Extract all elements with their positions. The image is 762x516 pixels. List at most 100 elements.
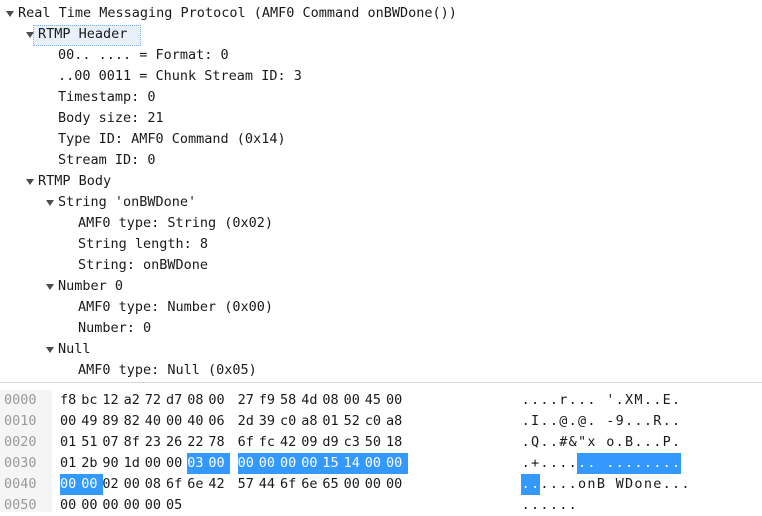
hex-byte[interactable]: 00 — [166, 411, 188, 432]
ascii-char[interactable]: x — [587, 432, 596, 453]
hex-byte[interactable]: 6e — [187, 474, 209, 495]
ascii-char[interactable]: . — [615, 453, 625, 474]
hex-byte[interactable]: 6f — [280, 474, 302, 495]
ascii-char[interactable]: . — [530, 474, 540, 495]
amf0-type-null-row[interactable]: AMF0 type: Null (0x05) — [0, 360, 762, 381]
hex-byte[interactable]: 12 — [102, 390, 124, 411]
hex-byte[interactable]: 42 — [208, 474, 230, 495]
expand-arrow-icon[interactable] — [6, 11, 14, 17]
ascii-char[interactable]: . — [681, 474, 690, 495]
ascii-char[interactable]: . — [643, 390, 652, 411]
hex-byte[interactable]: 00 — [124, 474, 146, 495]
hex-byte[interactable]: 49 — [81, 411, 103, 432]
timestamp-field-row[interactable]: Timestamp: 0 — [0, 87, 762, 108]
hex-byte[interactable]: a2 — [124, 390, 146, 411]
hex-byte[interactable]: 00 — [365, 474, 387, 495]
number-value-field-row[interactable]: Number: 0 — [0, 318, 762, 339]
hex-byte[interactable]: c3 — [344, 432, 366, 453]
rtmp-protocol-row[interactable]: Real Time Messaging Protocol (AMF0 Comma… — [0, 3, 762, 24]
hex-byte[interactable]: 05 — [166, 495, 188, 516]
hex-byte[interactable]: 2d — [238, 411, 260, 432]
ascii-char[interactable]: . — [559, 474, 568, 495]
ascii-char[interactable]: . — [605, 453, 615, 474]
pane-divider[interactable] — [0, 382, 762, 383]
hex-byte[interactable]: 14 — [343, 453, 366, 474]
ascii-char[interactable]: . — [549, 453, 558, 474]
ascii-char[interactable]: D — [624, 474, 633, 495]
ascii-char[interactable]: . — [549, 411, 558, 432]
ascii-char[interactable]: . — [521, 432, 530, 453]
hex-byte[interactable]: 44 — [259, 474, 281, 495]
expand-arrow-icon[interactable] — [46, 284, 54, 290]
hex-byte[interactable]: 00 — [102, 495, 124, 516]
ascii-char[interactable] — [596, 390, 605, 411]
hex-byte[interactable]: 08 — [187, 390, 209, 411]
ascii-char[interactable]: e — [653, 474, 662, 495]
ascii-char[interactable] — [606, 474, 615, 495]
stream-id-field-row[interactable]: Stream ID: 0 — [0, 150, 762, 171]
hex-byte[interactable]: 00 — [344, 390, 366, 411]
number-0-row[interactable]: Number 0 — [0, 276, 762, 297]
hex-byte[interactable]: f8 — [60, 390, 82, 411]
ascii-char[interactable]: B — [596, 474, 605, 495]
hex-byte[interactable]: 1d — [124, 453, 146, 474]
hex-byte[interactable]: 40 — [145, 411, 167, 432]
ascii-char[interactable]: . — [521, 411, 530, 432]
hex-byte[interactable]: 00 — [145, 495, 167, 516]
expand-arrow-icon[interactable] — [46, 347, 54, 353]
ascii-char[interactable]: . — [549, 390, 558, 411]
hex-byte[interactable]: 06 — [208, 411, 230, 432]
ascii-char[interactable]: . — [643, 453, 653, 474]
hex-byte[interactable]: 90 — [102, 453, 124, 474]
ascii-char[interactable]: . — [540, 411, 549, 432]
ascii-char[interactable]: W — [615, 474, 624, 495]
ascii-char[interactable]: . — [586, 453, 597, 474]
ascii-char[interactable]: . — [653, 390, 662, 411]
hex-byte[interactable]: 00 — [81, 474, 104, 495]
string-length-field-row[interactable]: String length: 8 — [0, 234, 762, 255]
null-node-row[interactable]: Null — [0, 339, 762, 360]
ascii-char[interactable]: @ — [577, 411, 586, 432]
hex-byte[interactable]: 40 — [187, 411, 209, 432]
ascii-char[interactable]: . — [634, 411, 643, 432]
hex-byte[interactable]: 00 — [364, 453, 387, 474]
ascii-char[interactable]: . — [634, 432, 643, 453]
ascii-char[interactable]: . — [568, 390, 577, 411]
expand-arrow-icon[interactable] — [26, 32, 34, 38]
ascii-char[interactable]: . — [671, 432, 680, 453]
ascii-char[interactable]: B — [624, 432, 633, 453]
hex-byte[interactable]: 89 — [102, 411, 124, 432]
hex-byte[interactable]: 00 — [280, 453, 302, 474]
hex-byte[interactable]: 65 — [322, 474, 344, 495]
type-id-field-row[interactable]: Type ID: AMF0 Command (0x14) — [0, 129, 762, 150]
ascii-char[interactable]: . — [643, 411, 652, 432]
ascii-char[interactable]: . — [521, 495, 530, 516]
ascii-char[interactable]: R — [653, 411, 662, 432]
hex-byte[interactable]: 2b — [81, 453, 103, 474]
hex-byte[interactable]: 01 — [322, 411, 344, 432]
chunk-stream-id-field-row[interactable]: ..00 0011 = Chunk Stream ID: 3 — [0, 66, 762, 87]
string-onbwdone-row[interactable]: String 'onBWDone' — [0, 192, 762, 213]
hex-byte[interactable]: 6f — [166, 474, 188, 495]
hex-byte[interactable]: 00 — [208, 453, 231, 474]
ascii-char[interactable]: . — [540, 432, 549, 453]
ascii-char[interactable]: . — [633, 453, 644, 474]
body-size-field-row[interactable]: Body size: 21 — [0, 108, 762, 129]
amf0-type-string-row[interactable]: AMF0 type: String (0x02) — [0, 213, 762, 234]
hex-byte[interactable]: 03 — [187, 453, 210, 474]
ascii-char[interactable]: E — [662, 390, 671, 411]
ascii-char[interactable]: . — [577, 453, 587, 474]
ascii-char[interactable]: . — [540, 453, 549, 474]
ascii-char[interactable]: " — [577, 432, 586, 453]
ascii-char[interactable] — [596, 453, 606, 474]
hex-byte[interactable]: 00 — [145, 453, 167, 474]
hex-byte[interactable]: 82 — [124, 411, 146, 432]
ascii-char[interactable]: . — [530, 390, 539, 411]
amf0-type-number-row[interactable]: AMF0 type: Number (0x00) — [0, 297, 762, 318]
ascii-char[interactable]: + — [530, 453, 539, 474]
hex-byte[interactable]: 00 — [60, 474, 82, 495]
hex-byte[interactable]: 00 — [208, 390, 230, 411]
hex-byte[interactable]: 26 — [166, 432, 188, 453]
hex-byte[interactable]: 00 — [237, 453, 260, 474]
ascii-char[interactable]: - — [606, 411, 615, 432]
